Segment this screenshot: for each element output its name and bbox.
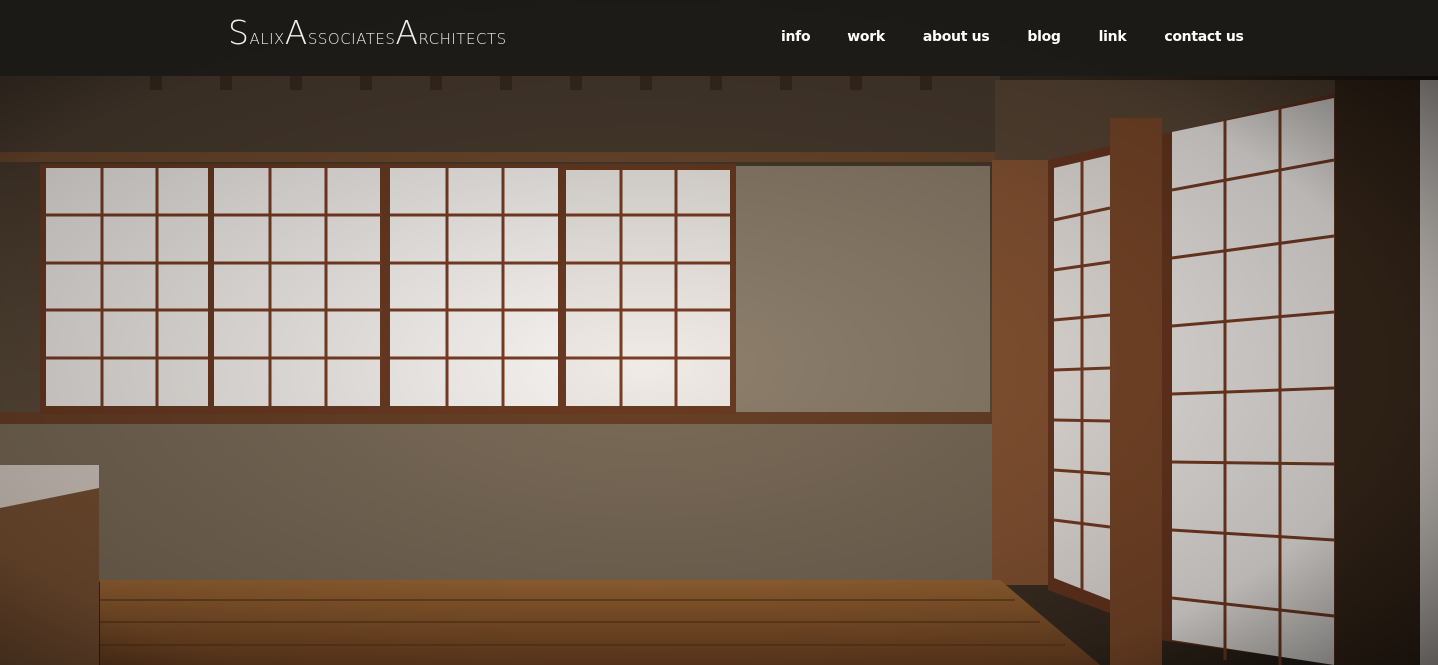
logo-letter: S (228, 13, 250, 52)
logo-letter: A (395, 13, 419, 52)
hero-photo-illustration (0, 0, 1438, 665)
top-navigation-bar: SALIXASSOCIATESARCHITECTS info work abou… (0, 0, 1438, 76)
nav-item-contact-us[interactable]: contact us (1164, 29, 1244, 45)
logo-text: RCHITECTS (418, 30, 507, 48)
hero-image (0, 0, 1438, 665)
logo-text: SSOCIATES (307, 30, 396, 48)
nav-item-about-us[interactable]: about us (923, 29, 990, 45)
nav-item-blog[interactable]: blog (1027, 29, 1061, 45)
logo-text: ALIX (249, 30, 285, 48)
site-logo[interactable]: SALIXASSOCIATESARCHITECTS (228, 16, 507, 49)
nav-item-info[interactable]: info (781, 29, 811, 45)
main-nav: info work about us blog link contact us (781, 29, 1244, 45)
nav-item-link[interactable]: link (1099, 29, 1127, 45)
logo-letter: A (284, 13, 308, 52)
nav-item-work[interactable]: work (847, 29, 885, 45)
